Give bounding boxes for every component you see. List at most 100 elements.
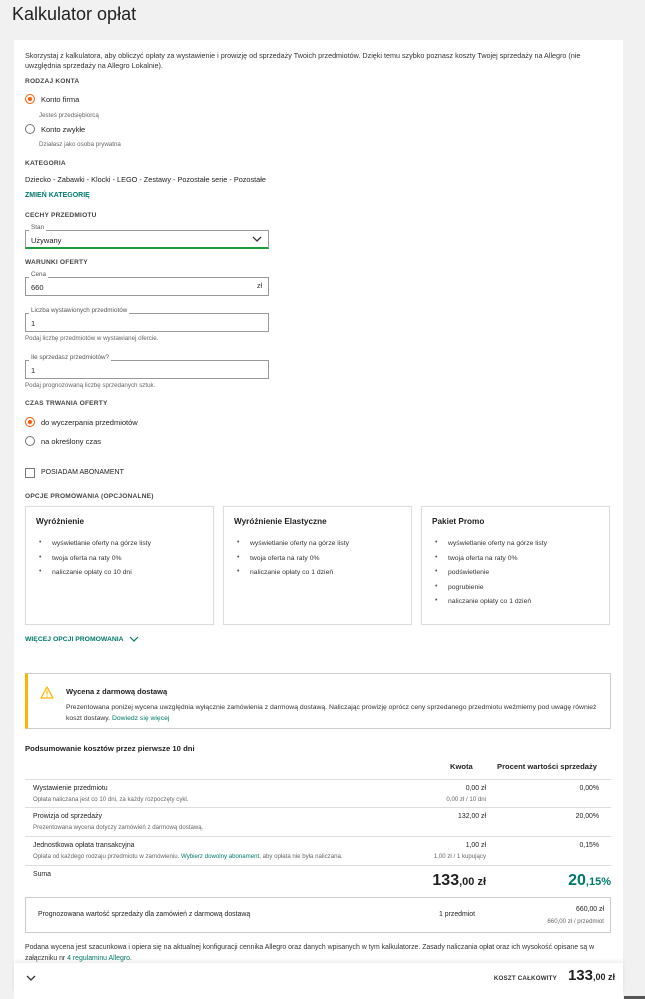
divider [25,807,611,808]
listed-count-hint: Podaj liczbę przedmiotów w wystawianej o… [25,335,159,342]
promo-feature: podświetlenie [432,568,599,584]
promo-feature: twoja oferta na raty 0% [36,554,203,570]
col-percent-header: Procent wartości sprzedaży [497,762,598,771]
price-suffix: zł [256,283,262,290]
promo-feature: naliczanie opłaty co 1 dzień [234,568,401,584]
subscription-checkbox[interactable] [25,468,35,478]
regulations-link[interactable]: 4 regulaminu Allegro [67,955,130,962]
radio-selected-icon[interactable] [25,94,35,104]
more-promo-options-link[interactable]: WIĘCEJ OPCJI PROMOWANIA [25,636,139,643]
category-path: Dziecko - Zabawki - Klocki - LEGO - Zest… [25,175,266,184]
row-amount: 1,00 zł [465,842,486,849]
promo-options-heading: OPCJE PROMOWANIA (OPCJONALNE) [25,493,154,500]
item-features-heading: CECHY PRZEDMIOTU [25,212,97,219]
forecast-label: Prognozowana wartość sprzedaży dla zamów… [38,911,251,918]
promo-feature: pogrubienie [432,583,599,599]
summary-title: Podsumowanie kosztów przez pierwsze 10 d… [25,744,195,753]
radio-label: do wyczerpania przedmiotów [41,417,138,427]
total-percent-int: 20 [568,872,586,889]
row-desc: Opłata od każdego rodzaju przedmiotu w z… [33,853,343,860]
row-desc-text: , aby opłata nie była naliczana. [259,853,343,860]
warning-title: Wycena z darmową dostawą [66,687,168,696]
total-cost-dec: ,00 zł [592,972,615,982]
total-amount: 133,00 zł [432,872,486,890]
forecast-value: 660,00 zł [576,906,604,913]
promo-feature: wyświetlanie oferty na górze listy [432,539,599,555]
account-type-heading: RODZAJ KONTA [25,78,80,85]
choose-subscription-link[interactable]: Wybierz dowolny abonament [181,853,259,860]
total-percent: 20,15% [568,872,611,890]
sell-count-hint: Podaj prognozowaną liczbę sprzedanych sz… [25,382,156,389]
radio-label: Konto firma [41,94,80,104]
promo-feature: wyświetlanie oferty na górze listy [234,539,401,555]
radio-empty-icon[interactable] [25,436,35,446]
sell-count-value: 1 [31,366,36,375]
radio-until-sold[interactable]: do wyczerpania przedmiotów [25,417,138,427]
total-cost-value: 133,00 zł [568,967,615,984]
more-promo-label: WIĘCEJ OPCJI PROMOWANIA [25,636,124,643]
promo-card-flexible[interactable]: Wyróżnienie Elastyczne wyświetlanie ofer… [223,506,412,625]
promo-card-title: Wyróżnienie Elastyczne [234,517,327,526]
promo-feature: twoja oferta na raty 0% [432,554,599,570]
page-title: Kalkulator opłat [12,4,137,24]
row-amount-sub: 1,00 zł / 1 kupujący [433,853,486,860]
offer-conditions-heading: WARUNKI OFERTY [25,259,88,266]
row-desc-text: Opłata od każdego rodzaju przedmiotu w z… [33,853,182,860]
radio-label: Konto zwykłe [41,124,86,134]
row-percent: 20,00% [575,813,599,820]
row-amount-sub: 0,00 zł / 10 dni [446,796,486,803]
offer-duration-heading: CZAS TRWANIA OFERTY [25,400,108,407]
forecast-value-sub: 660,00 zł / przedmiot [547,918,604,925]
row-name: Prowizja od sprzedaży [33,813,102,820]
category-heading: KATEGORIA [25,160,66,167]
total-cost-footer: KOSZT CAŁKOWITY 133,00 zł [14,963,623,993]
state-value: Używany [31,236,62,245]
radio-regular-account[interactable]: Konto zwykłe [25,124,85,134]
total-cost-label: KOSZT CAŁKOWITY [493,975,557,982]
sell-count-label: Ile sprzedasz przedmiotów? [29,354,112,361]
row-percent: 0,15% [579,842,599,849]
promo-card-package[interactable]: Pakiet Promo wyświetlanie oferty na górz… [421,506,610,625]
warning-body: Prezentowana poniżej wycena uwzględnia w… [66,702,606,724]
row-name: Jednostkowa opłata transakcyjna [33,842,135,849]
pricing-note: Podana wycena jest szacunkowa i opiera s… [25,942,615,964]
listed-count-value: 1 [31,319,36,328]
total-label: Suma [33,871,52,878]
radio-selected-icon[interactable] [25,417,35,427]
promo-card-highlight[interactable]: Wyróżnienie wyświetlanie oferty na górze… [25,506,214,625]
divider [25,779,611,780]
promo-feature: wyświetlanie oferty na górze listy [36,539,203,555]
warning-icon [40,686,54,699]
state-label: Stan [29,224,46,231]
note-end: . [129,955,132,962]
free-delivery-warning: Wycena z darmową dostawą Prezentowana po… [25,673,611,729]
state-select[interactable]: Używany [25,230,269,249]
row-percent: 0,00% [579,785,599,792]
row-name: Wystawienie przedmiotu [33,785,108,792]
listed-count-label: Liczba wystawionych przedmiotów [29,307,130,314]
radio-company-account[interactable]: Konto firma [25,94,79,104]
forecast-qty: 1 przedmiot [439,911,476,918]
radio-hint: Jesteś przedsiębiorcą [39,112,99,119]
promo-feature: naliczanie opłaty co 1 dzień [432,597,599,613]
price-input[interactable]: 660 zł [25,277,269,296]
total-percent-dec: ,15% [585,876,611,888]
row-amount: 0,00 zł [465,785,486,792]
promo-card-title: Pakiet Promo [432,517,485,526]
radio-label: na określony czas [41,436,102,446]
total-amount-dec: ,00 zł [459,876,486,888]
promo-feature: twoja oferta na raty 0% [234,554,401,570]
listed-count-input[interactable]: 1 [25,313,269,332]
change-category-link[interactable]: ZMIEŃ KATEGORIĘ [25,192,90,199]
promo-card-title: Wyróżnienie [36,517,85,526]
total-cost-int: 133 [567,967,593,984]
sell-count-input[interactable]: 1 [25,360,269,379]
chevron-down-icon[interactable] [26,974,36,982]
price-value: 660 [31,283,44,292]
radio-fixed-time[interactable]: na określony czas [25,436,101,446]
intro-text: Skorzystaj z kalkulatora, aby obliczyć o… [25,51,581,70]
radio-empty-icon[interactable] [25,124,35,134]
subscription-label: POSIADAM ABONAMENT [41,469,124,476]
learn-more-link[interactable]: Dowiedz się więcej [112,715,169,722]
chevron-down-icon [252,236,262,242]
